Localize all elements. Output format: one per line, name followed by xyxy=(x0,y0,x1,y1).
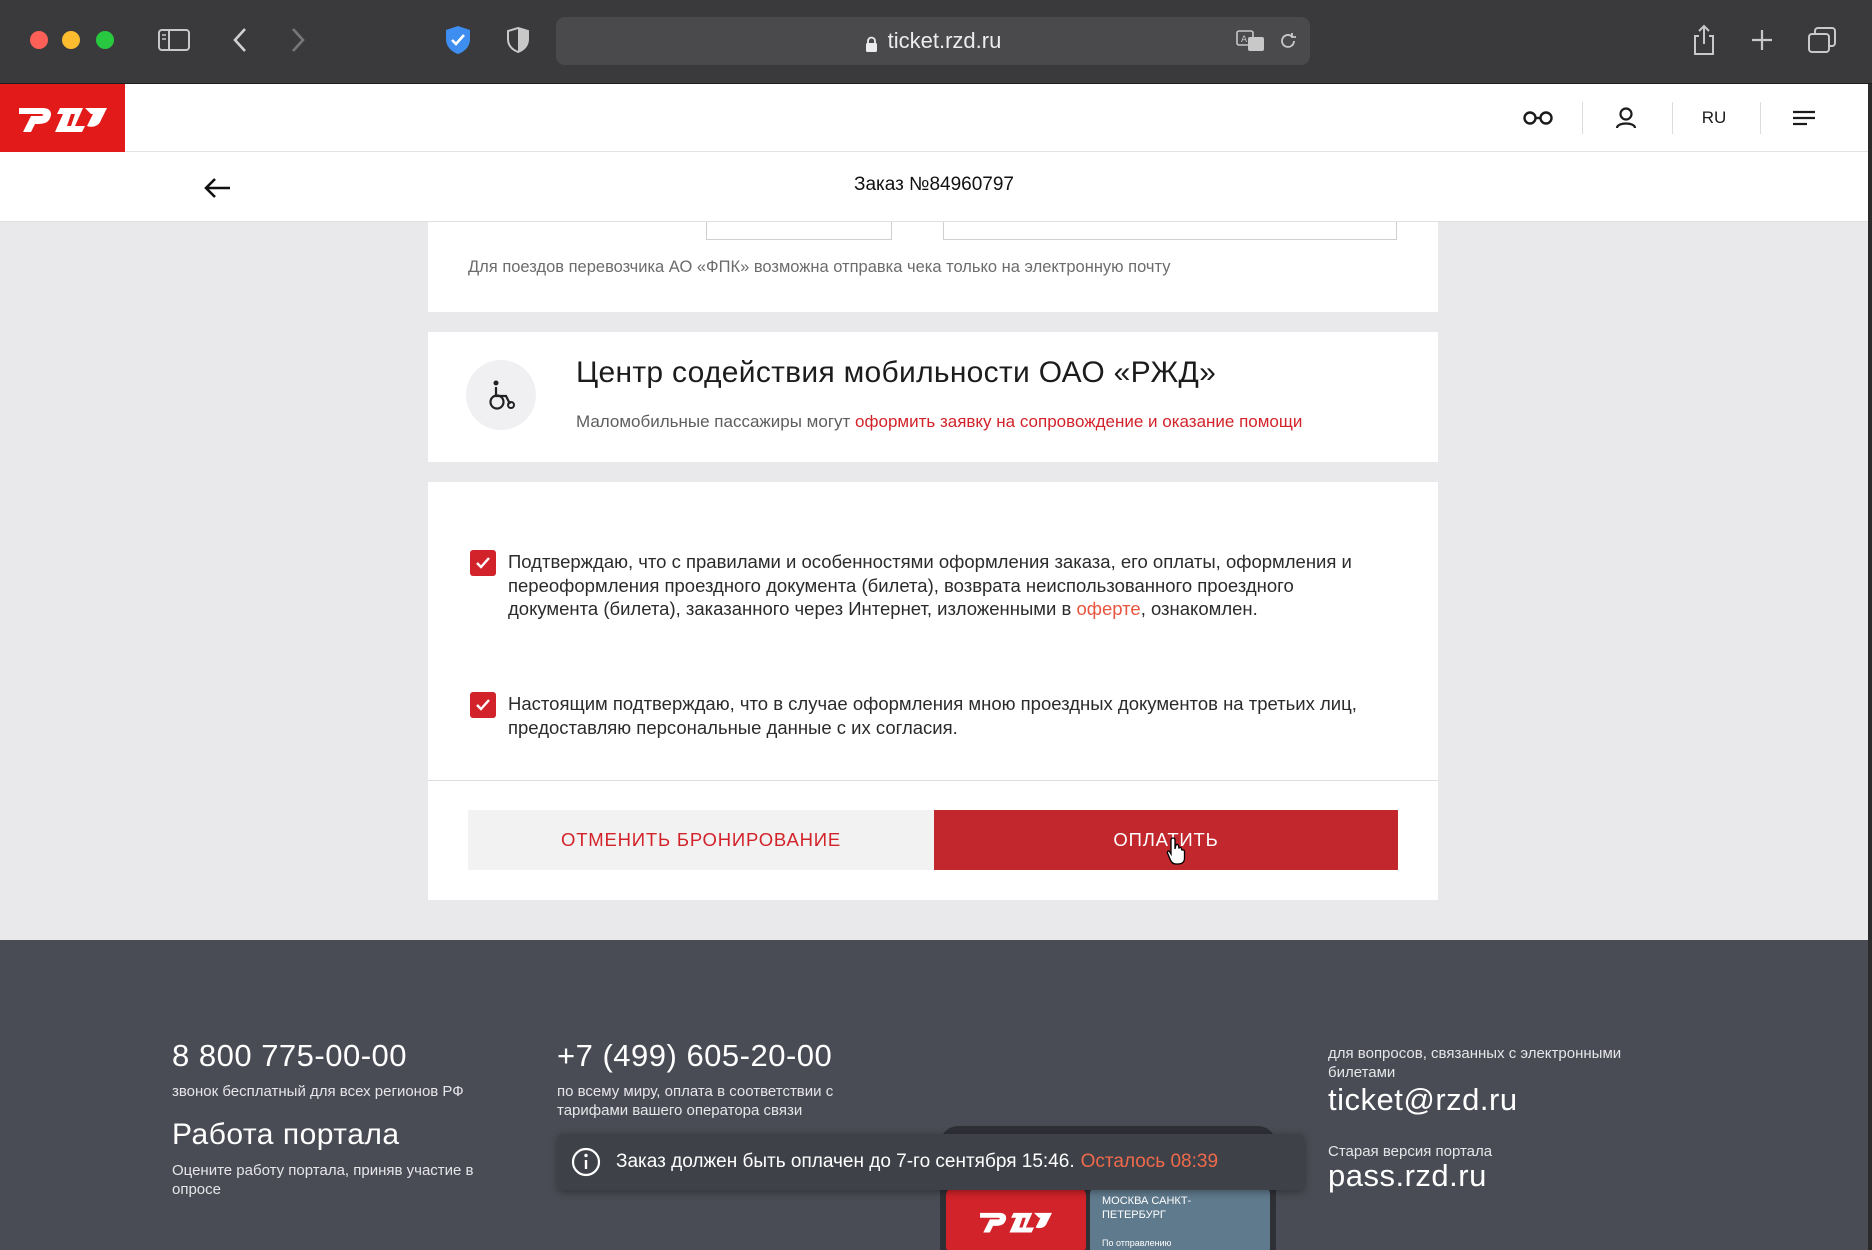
svg-text:A: A xyxy=(1241,35,1248,45)
agreement-personal-data-row: Настоящим подтверждаю, что в случае офор… xyxy=(470,692,1370,739)
app-ticket-card: МОСКВА САНКТ-ПЕТЕРБУРГ По отправлению xyxy=(1090,1186,1270,1250)
main-content: Для поездов перевозчика АО «ФПК» возможн… xyxy=(0,222,1868,940)
intl-phone[interactable]: +7 (499) 605-20-00 xyxy=(557,1038,832,1074)
agreement-personal-data-checkbox[interactable] xyxy=(470,692,496,718)
site-header: RU xyxy=(0,84,1868,152)
share-icon[interactable] xyxy=(1686,22,1722,58)
checkmark-icon xyxy=(476,699,490,711)
portal-survey-link[interactable]: Оцените работу портала, приняв участие в… xyxy=(172,1161,522,1199)
mobility-text: Маломобильные пассажиры могут оформить з… xyxy=(576,412,1302,432)
back-icon[interactable] xyxy=(222,22,258,58)
agreement-personal-data-text: Настоящим подтверждаю, что в случае офор… xyxy=(508,693,1357,738)
language-selector[interactable]: RU xyxy=(1694,84,1734,152)
app-logo xyxy=(946,1186,1086,1250)
privacy-shield-icon[interactable] xyxy=(440,22,476,58)
app-status: По отправлению xyxy=(1102,1238,1172,1248)
zoom-window-button[interactable] xyxy=(96,31,114,49)
mobility-card: Центр содействия мобильности ОАО «РЖД» М… xyxy=(428,332,1438,462)
free-phone-note: звонок бесплатный для всех регионов РФ xyxy=(172,1083,464,1100)
offer-link[interactable]: оферте xyxy=(1076,598,1140,619)
old-version-link[interactable]: pass.rzd.ru xyxy=(1328,1158,1487,1194)
checkmark-icon xyxy=(476,557,490,569)
rzd-logo[interactable] xyxy=(0,84,125,152)
receipt-email-input[interactable] xyxy=(943,222,1397,240)
mobility-request-link[interactable]: оформить заявку на сопровождение и оказа… xyxy=(855,412,1302,431)
footer: 8 800 775-00-00 звонок бесплатный для вс… xyxy=(0,940,1868,1250)
mobility-title: Центр содействия мобильности ОАО «РЖД» xyxy=(576,356,1217,389)
support-email[interactable]: ticket@rzd.ru xyxy=(1328,1082,1518,1118)
cancel-booking-button[interactable]: ОТМЕНИТЬ БРОНИРОВАНИЕ xyxy=(468,810,934,870)
browser-toolbar: ticket.rzd.ru A xyxy=(0,0,1872,84)
intl-phone-note: по всему миру, оплата в соответствии с т… xyxy=(557,1083,834,1119)
url-text: ticket.rzd.ru xyxy=(887,28,1002,53)
shield-icon[interactable] xyxy=(500,22,536,58)
agreement-offer-text: Подтверждаю, что с правилами и особеннос… xyxy=(508,550,1370,621)
forward-icon[interactable] xyxy=(280,22,316,58)
reload-icon[interactable] xyxy=(1278,17,1298,65)
rzd-logo-mark xyxy=(18,108,107,132)
agreement-card: Подтверждаю, что с правилами и особеннос… xyxy=(428,482,1438,900)
receipt-input[interactable] xyxy=(706,222,892,240)
accessibility-glasses-icon[interactable] xyxy=(1518,84,1558,152)
toast-message: Заказ должен быть оплачен до 7-го сентяб… xyxy=(616,1151,1075,1172)
translate-icon[interactable]: A xyxy=(1236,17,1266,65)
app-route: МОСКВА САНКТ-ПЕТЕРБУРГ xyxy=(1102,1195,1192,1221)
user-icon[interactable] xyxy=(1606,84,1646,152)
sidebar-toggle-icon[interactable] xyxy=(156,22,192,58)
portal-title: Работа портала xyxy=(172,1118,400,1151)
minimize-window-button[interactable] xyxy=(62,31,80,49)
card-divider xyxy=(428,780,1438,781)
header-divider xyxy=(1582,102,1583,134)
toast-timer: Осталось 08:39 xyxy=(1080,1151,1219,1172)
agreement-offer-checkbox[interactable] xyxy=(470,550,496,576)
close-window-button[interactable] xyxy=(30,31,48,49)
order-bar: Заказ №84960797 xyxy=(0,152,1868,222)
receipt-card: Для поездов перевозчика АО «ФПК» возможн… xyxy=(428,222,1438,312)
address-bar[interactable]: ticket.rzd.ru A xyxy=(556,17,1310,65)
header-divider xyxy=(1672,102,1673,134)
hand-cursor-icon xyxy=(1166,836,1190,866)
agreement-offer-row: Подтверждаю, что с правилами и особеннос… xyxy=(470,550,1370,621)
wheelchair-icon xyxy=(466,360,536,430)
info-icon xyxy=(570,1146,602,1178)
email-note: для вопросов, связанных с электронными б… xyxy=(1328,1045,1622,1081)
lock-icon xyxy=(865,33,878,52)
order-title: Заказ №84960797 xyxy=(853,174,1015,195)
free-phone[interactable]: 8 800 775-00-00 xyxy=(172,1038,407,1074)
tab-overview-icon[interactable] xyxy=(1804,22,1840,58)
menu-icon[interactable] xyxy=(1784,84,1824,152)
new-tab-icon[interactable] xyxy=(1744,22,1780,58)
payment-deadline-toast: Заказ должен быть оплачен до 7-го сентяб… xyxy=(558,1134,1304,1190)
receipt-note: Для поездов перевозчика АО «ФПК» возможн… xyxy=(468,258,1171,276)
agreement-offer-text-end: , ознакомлен. xyxy=(1140,598,1258,619)
header-divider xyxy=(1760,102,1761,134)
actions-row: ОТМЕНИТЬ БРОНИРОВАНИЕ ОПЛАТИТЬ xyxy=(468,810,1398,870)
mobility-text-lead: Маломобильные пассажиры могут xyxy=(576,412,856,431)
